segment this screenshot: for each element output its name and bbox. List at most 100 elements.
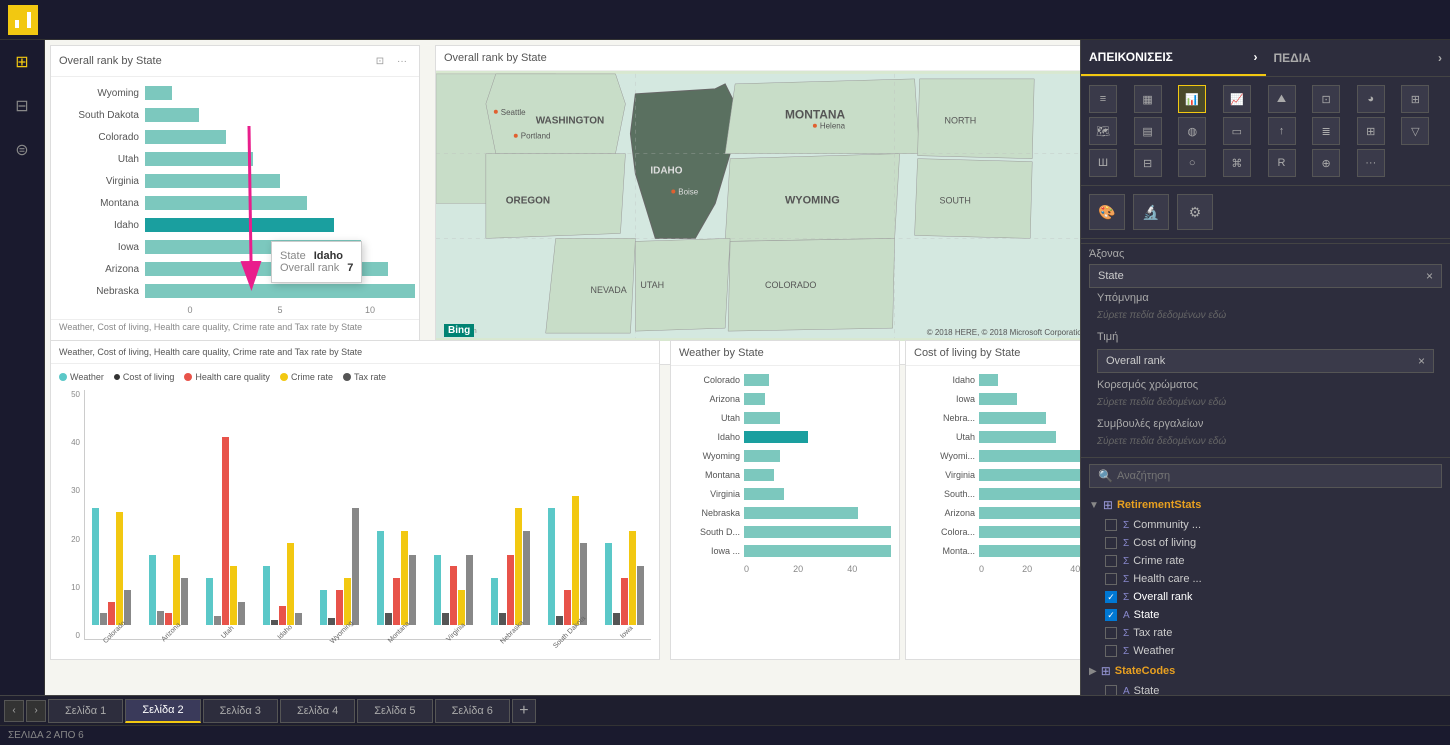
hbar-bar-container bbox=[145, 152, 415, 166]
sidebar-model-icon[interactable]: ⊜ bbox=[8, 136, 36, 164]
hbar-bar-container bbox=[145, 284, 415, 298]
value-close-icon[interactable]: × bbox=[1418, 354, 1425, 368]
cost-chart-body: Idaho Iowa Nebra... Utah bbox=[906, 366, 1080, 578]
vbar bbox=[181, 578, 188, 625]
field-checkbox[interactable] bbox=[1105, 555, 1117, 567]
analytics-btn[interactable]: 🔬 bbox=[1133, 194, 1169, 230]
svg-text:MONTANA: MONTANA bbox=[785, 108, 846, 122]
weather-chart-title: Weather by State bbox=[679, 347, 764, 359]
vbar bbox=[523, 531, 530, 625]
hchart-xtick: 20 bbox=[1022, 564, 1032, 574]
legend-weather: Weather bbox=[59, 372, 104, 382]
hbar-bar bbox=[145, 196, 307, 210]
tooltip-row-state: State Idaho bbox=[280, 250, 353, 262]
field-checkbox[interactable] bbox=[1105, 685, 1117, 695]
viz-gauge[interactable]: ◍ bbox=[1178, 117, 1206, 145]
viz-treemap[interactable]: ⊞ bbox=[1401, 85, 1429, 113]
field-checkbox-checked[interactable] bbox=[1105, 609, 1117, 621]
hchart-bar bbox=[744, 450, 780, 462]
viz-matrix[interactable]: ▤ bbox=[1134, 117, 1162, 145]
vbar-weather bbox=[92, 508, 99, 626]
vbar bbox=[458, 590, 465, 625]
format-btn[interactable]: 🎨 bbox=[1089, 194, 1125, 230]
next-page-btn[interactable]: › bbox=[26, 700, 46, 722]
viz-ribbon[interactable]: ⌘ bbox=[1223, 149, 1251, 177]
field-checkbox[interactable] bbox=[1105, 537, 1117, 549]
viz-table[interactable]: ⊞ bbox=[1357, 117, 1385, 145]
field-checkbox[interactable] bbox=[1105, 645, 1117, 657]
viz-custom2[interactable]: ⊕ bbox=[1312, 149, 1340, 177]
vbar bbox=[320, 590, 327, 625]
viz-waterfall[interactable]: Ш bbox=[1089, 149, 1117, 177]
legend-label: Crime rate bbox=[291, 372, 333, 382]
hchart-label: Wyomi... bbox=[914, 451, 979, 461]
map-body: WASHINGTON OREGON IDAHO MONTANA WYOMING … bbox=[436, 71, 1080, 341]
viz-clustered-bar[interactable]: ▦ bbox=[1134, 85, 1162, 113]
hchart-row: Wyomi... bbox=[914, 447, 1080, 465]
viz-area[interactable]: ⛰ bbox=[1268, 85, 1296, 113]
field-weather[interactable]: Σ Weather bbox=[1081, 642, 1450, 660]
viz-more[interactable]: ··· bbox=[1357, 149, 1385, 177]
add-page-btn[interactable]: + bbox=[512, 699, 536, 723]
page-tab-2[interactable]: Σελίδα 2 bbox=[125, 699, 200, 723]
field-crime-rate[interactable]: Σ Crime rate bbox=[1081, 552, 1450, 570]
page-tab-1[interactable]: Σελίδα 1 bbox=[48, 699, 123, 723]
viz-combo[interactable]: ⊟ bbox=[1134, 149, 1162, 177]
page-tab-3[interactable]: Σελίδα 3 bbox=[203, 699, 278, 723]
page-tab-4[interactable]: Σελίδα 4 bbox=[280, 699, 355, 723]
viz-donut[interactable]: ○ bbox=[1178, 149, 1206, 177]
hbar-label: South Dakota bbox=[55, 110, 145, 121]
viz-scatter[interactable]: ⊡ bbox=[1312, 85, 1340, 113]
state-codes-header[interactable]: ▶ ⊞ StateCodes bbox=[1081, 660, 1450, 682]
color-drag-hint: Σύρετε πεδία δεδομένων εδώ bbox=[1089, 395, 1442, 414]
field-type-icon: A bbox=[1123, 686, 1130, 696]
filter-btn[interactable]: ⚙ bbox=[1177, 194, 1213, 230]
field-tax-rate[interactable]: Σ Tax rate bbox=[1081, 624, 1450, 642]
axes-close-icon[interactable]: × bbox=[1426, 269, 1433, 283]
vbar-bars bbox=[92, 390, 131, 625]
viz-funnel[interactable]: ▽ bbox=[1401, 117, 1429, 145]
tab-visualizations[interactable]: ΑΠΕΙΚΟΝΙΣΕΙΣ › bbox=[1081, 40, 1266, 76]
vbar-bars bbox=[320, 390, 359, 625]
field-community[interactable]: Σ Community ... bbox=[1081, 516, 1450, 534]
viz-map[interactable]: 🗺 bbox=[1089, 117, 1117, 145]
hbar-row-utah: Utah bbox=[55, 149, 415, 169]
hbar-row-wyoming: Wyoming bbox=[55, 83, 415, 103]
viz-card[interactable]: ▭ bbox=[1223, 117, 1251, 145]
expand-icon[interactable]: ⊡ bbox=[371, 52, 389, 70]
viz-pie[interactable]: ◕ bbox=[1357, 85, 1385, 113]
page-tab-6[interactable]: Σελίδα 6 bbox=[435, 699, 510, 723]
hchart-row: Wyoming bbox=[679, 447, 891, 465]
field-checkbox[interactable] bbox=[1105, 627, 1117, 639]
hchart-bar bbox=[979, 431, 1056, 443]
tab-fields[interactable]: ΠΕΔΙΑ › bbox=[1266, 40, 1450, 76]
viz-custom1[interactable]: R bbox=[1268, 149, 1296, 177]
more-icon[interactable]: ··· bbox=[393, 52, 411, 70]
field-overall-rank[interactable]: Σ Overall rank bbox=[1081, 588, 1450, 606]
vbar bbox=[450, 566, 457, 625]
field-checkbox-checked[interactable] bbox=[1105, 591, 1117, 603]
expand-icon: ▼ bbox=[1089, 500, 1099, 511]
viz-bar-chart[interactable]: 📊 bbox=[1178, 85, 1206, 113]
retirement-stats-header[interactable]: ▼ ⊞ RetirementStats bbox=[1081, 494, 1450, 516]
field-checkbox[interactable] bbox=[1105, 519, 1117, 531]
field-state-code-state[interactable]: A State bbox=[1081, 682, 1450, 695]
viz-kpi[interactable]: ↑ bbox=[1268, 117, 1296, 145]
map-header: Overall rank by State bbox=[436, 46, 1080, 71]
page-tab-5[interactable]: Σελίδα 5 bbox=[357, 699, 432, 723]
tooltip-state-value: Idaho bbox=[314, 250, 343, 262]
field-health-care[interactable]: Σ Health care ... bbox=[1081, 570, 1450, 588]
sidebar-data-icon[interactable]: ⊟ bbox=[8, 92, 36, 120]
viz-stacked-bar[interactable]: ≡ bbox=[1089, 85, 1117, 113]
field-checkbox[interactable] bbox=[1105, 573, 1117, 585]
sidebar-home-icon[interactable]: ⊞ bbox=[8, 48, 36, 76]
field-state[interactable]: A State bbox=[1081, 606, 1450, 624]
field-cost-of-living[interactable]: Σ Cost of living bbox=[1081, 534, 1450, 552]
search-input[interactable] bbox=[1117, 470, 1433, 482]
vbar bbox=[238, 602, 245, 626]
viz-slicer[interactable]: ≣ bbox=[1312, 117, 1340, 145]
prev-page-btn[interactable]: ‹ bbox=[4, 700, 24, 722]
hbar-label: Montana bbox=[55, 198, 145, 209]
viz-line[interactable]: 📈 bbox=[1223, 85, 1251, 113]
tab-viz-label: ΑΠΕΙΚΟΝΙΣΕΙΣ bbox=[1089, 50, 1173, 64]
